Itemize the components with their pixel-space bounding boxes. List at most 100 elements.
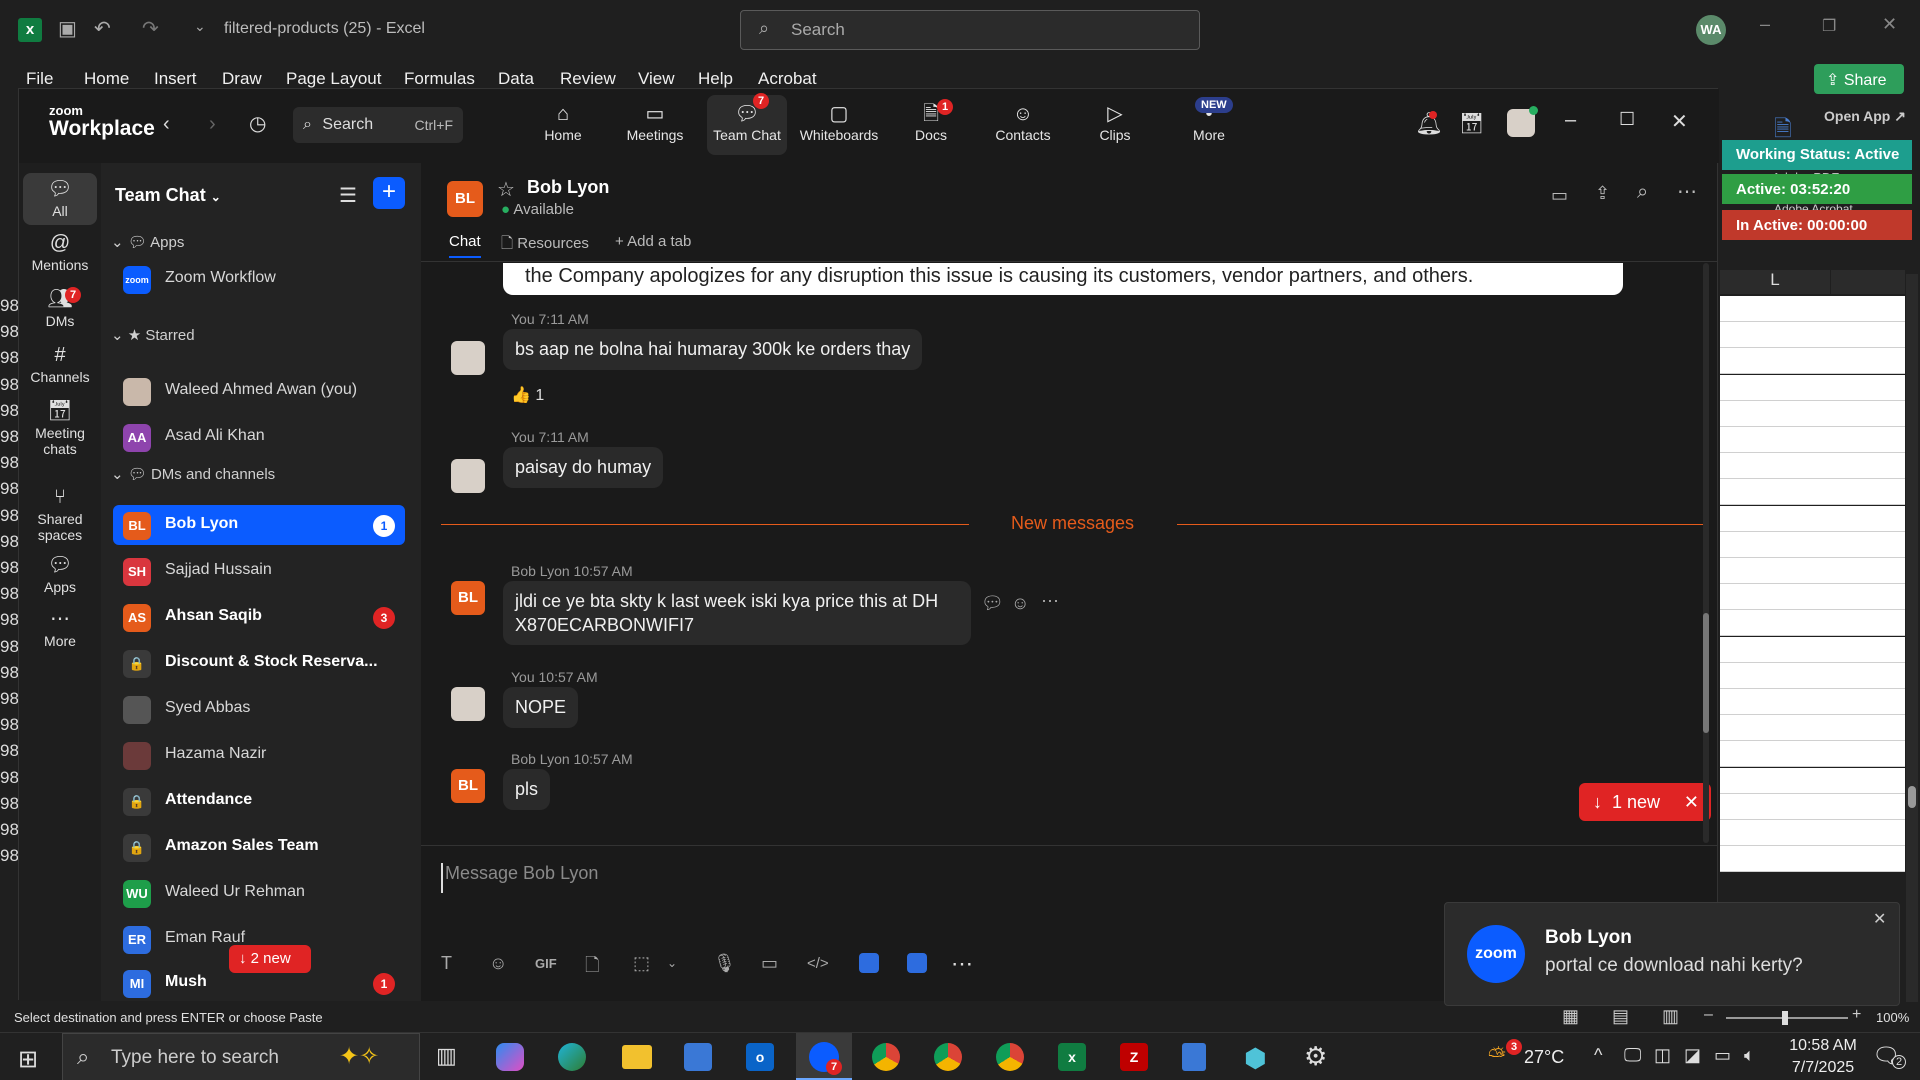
row-number[interactable]: 98 — [0, 400, 19, 427]
profile-avatar[interactable] — [1507, 106, 1538, 137]
sidebar-item[interactable]: WU Waleed Ur Rehman — [113, 873, 405, 913]
menu-home[interactable]: Home — [84, 69, 129, 89]
row-number[interactable]: 98 — [0, 715, 19, 742]
settings-gear-icon[interactable]: ⚙ — [1304, 1041, 1327, 1072]
tab-resources[interactable]: 🗋 Resources — [501, 233, 589, 258]
notification-bell-icon[interactable]: 🔔︎ — [1415, 111, 1443, 137]
section-starred[interactable]: ⌄ ★ Starred — [111, 326, 195, 344]
nav-meetings[interactable]: ▭ Meetings — [615, 101, 695, 143]
gif-icon[interactable]: GIF — [535, 956, 557, 971]
zoom-minimize-icon[interactable]: – — [1565, 109, 1576, 132]
close-icon[interactable]: ✕ — [1684, 792, 1699, 813]
grid-cell[interactable] — [1831, 715, 1905, 742]
row-number[interactable]: 98 — [0, 846, 19, 873]
file-icon[interactable]: 🗋 — [585, 953, 599, 983]
forward-arrow-icon[interactable]: › — [209, 113, 216, 136]
grid-cell[interactable] — [1831, 348, 1905, 375]
grid-cell[interactable] — [1831, 374, 1905, 401]
share-button[interactable]: ⇪ Share ⌄ — [1814, 64, 1904, 109]
row-number[interactable]: 98 — [0, 505, 19, 532]
row-number[interactable]: 98 — [0, 322, 19, 349]
zoom-maximize-icon[interactable]: ☐ — [1619, 109, 1635, 130]
microphone-icon[interactable]: 🎙︎ — [713, 953, 736, 974]
my-avatar[interactable] — [451, 687, 485, 721]
volume-icon[interactable]: 🔈︎ — [1744, 1045, 1755, 1066]
sidebar-item[interactable]: 🔒 Discount & Stock Reserva... — [113, 643, 405, 683]
excel-minimize-icon[interactable]: – — [1760, 14, 1770, 35]
filezilla-icon[interactable]: Z — [1120, 1043, 1148, 1071]
message-bubble[interactable]: NOPE — [503, 687, 579, 728]
grid-cell[interactable] — [1831, 479, 1905, 506]
sidebar-item[interactable]: Waleed Ahmed Awan (you) — [113, 371, 405, 411]
sidebar-item[interactable]: AS Ahsan Saqib 3 — [113, 597, 405, 637]
normal-view-icon[interactable]: ▦ — [1562, 1006, 1579, 1027]
edge-icon[interactable] — [558, 1043, 586, 1071]
row-number[interactable]: 98 — [0, 767, 19, 794]
outlook-icon[interactable]: o — [746, 1043, 774, 1071]
back-arrow-icon[interactable]: ‹ — [163, 113, 170, 136]
grid-cell[interactable] — [1831, 846, 1905, 873]
sidebar-item[interactable]: SH Sajjad Hussain — [113, 551, 405, 591]
weather-icon[interactable]: ⛅︎ 3 — [1488, 1039, 1522, 1069]
zoom-level[interactable]: 100% — [1876, 1010, 1909, 1025]
user-avatar[interactable]: WA — [1696, 15, 1726, 45]
nav-docs[interactable]: 🗎 Docs 1 — [891, 99, 971, 143]
tray-chevron-icon[interactable]: ^ — [1594, 1045, 1602, 1066]
grid-cell[interactable] — [1831, 636, 1905, 663]
nav-more[interactable]: • More NEW — [1169, 97, 1249, 143]
contact-name[interactable]: Bob Lyon — [527, 177, 609, 198]
excel-close-icon[interactable]: ✕ — [1882, 14, 1897, 35]
chat-scroll-thumb[interactable] — [1703, 613, 1709, 733]
grid-cell[interactable] — [1831, 322, 1905, 349]
row-number[interactable]: 98 — [0, 636, 19, 663]
grid-cell[interactable] — [1831, 584, 1905, 611]
star-icon[interactable]: ☆ — [497, 177, 515, 202]
tray-icon[interactable]: ◪ — [1684, 1045, 1701, 1066]
grid-cell[interactable] — [1831, 662, 1905, 689]
filter-icon[interactable]: ☰ — [339, 183, 357, 208]
row-number[interactable]: 98 — [0, 296, 19, 322]
sidebar-item[interactable]: AA Asad Ali Khan — [113, 417, 405, 457]
text-format-icon[interactable]: T — [441, 953, 452, 974]
open-app-button[interactable]: Open App ↗ — [1824, 108, 1906, 125]
zoom-slider[interactable] — [1726, 1011, 1848, 1025]
menu-view[interactable]: View — [638, 69, 675, 89]
row-number[interactable]: 98 — [0, 531, 19, 558]
rail-mentions[interactable]: @ Mentions — [23, 229, 97, 273]
row-number[interactable]: 98 — [0, 558, 19, 584]
nav-home[interactable]: ⌂ Home — [523, 101, 603, 143]
share-screen-icon[interactable]: ⇪ — [1595, 183, 1610, 204]
zoom-taskbar-icon[interactable]: 7 — [796, 1033, 852, 1080]
chrome-icon[interactable] — [872, 1043, 900, 1071]
code-icon[interactable]: </> — [807, 955, 829, 972]
sidebar-item[interactable]: Hazama Nazir — [113, 735, 405, 775]
new-message-pill[interactable]: ↓ 1 new ✕ — [1579, 783, 1711, 821]
composer-more-icon[interactable]: ⋯ — [951, 951, 973, 977]
bob-avatar[interactable]: BL — [451, 769, 485, 803]
bob-avatar[interactable]: BL — [451, 581, 485, 615]
grid-cell[interactable] — [1831, 505, 1905, 532]
menu-review[interactable]: Review — [560, 69, 616, 89]
sidebar-item[interactable]: BL Bob Lyon 1 — [113, 505, 405, 545]
menu-help[interactable]: Help — [698, 69, 733, 89]
grid-cell[interactable] — [1831, 558, 1905, 584]
page-break-view-icon[interactable]: ▥ — [1662, 1006, 1679, 1027]
menu-page-layout[interactable]: Page Layout — [286, 69, 381, 89]
row-number[interactable]: 98 — [0, 427, 19, 453]
grid-cell[interactable] — [1831, 793, 1905, 820]
message-composer[interactable]: Message Bob Lyon — [441, 863, 1441, 893]
menu-file[interactable]: File — [26, 69, 53, 89]
chat-scrollbar[interactable] — [1703, 263, 1709, 843]
grid-cell[interactable] — [1831, 296, 1905, 322]
menu-formulas[interactable]: Formulas — [404, 69, 475, 89]
message-bubble[interactable]: pls — [503, 769, 551, 810]
row-number[interactable]: 98 — [0, 820, 19, 846]
row-number[interactable]: 98 — [0, 662, 19, 689]
my-avatar[interactable] — [451, 341, 485, 375]
grid-cell[interactable] — [1831, 400, 1905, 427]
emoji-icon[interactable]: ☺ — [489, 953, 507, 974]
message-more-icon[interactable]: ⋯ — [1041, 591, 1059, 612]
grid-cell[interactable] — [1831, 741, 1905, 768]
new-messages-pill[interactable]: ↓ 2 new — [229, 945, 311, 973]
sidebar-item[interactable]: Syed Abbas — [113, 689, 405, 729]
